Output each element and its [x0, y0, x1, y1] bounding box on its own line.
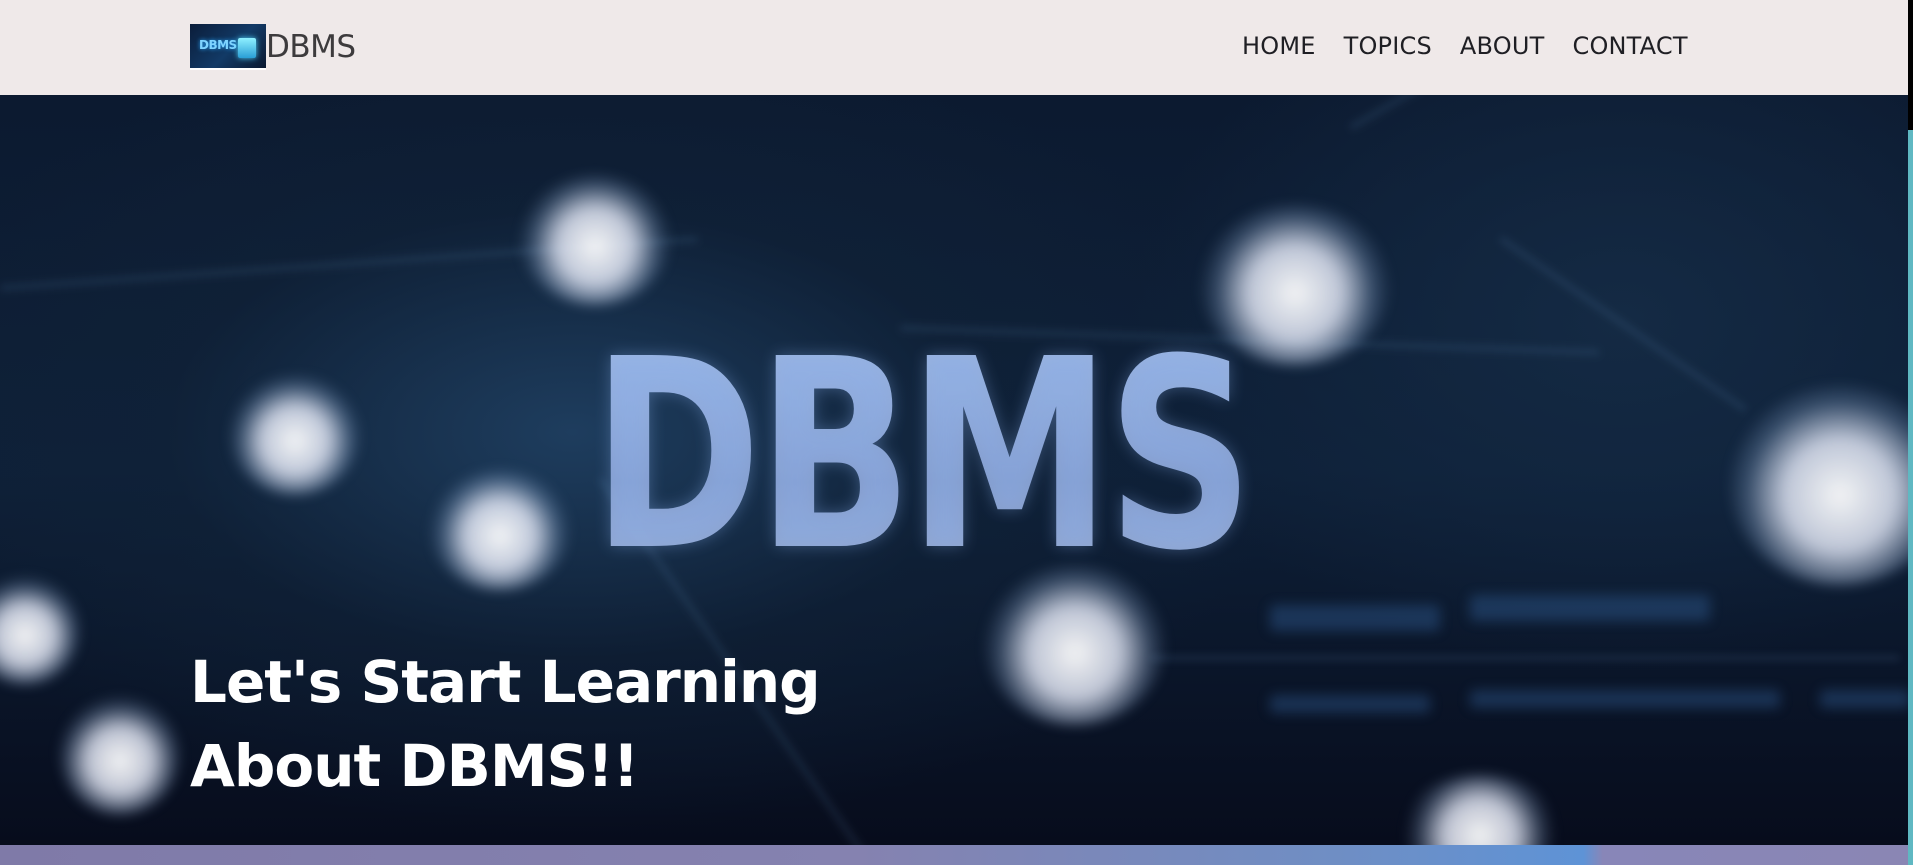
hero-heading: Let's Start Learning About DBMS!! [190, 640, 890, 808]
navbar: DBMS DBMS HOME TOPICS ABOUT CONTACT [0, 0, 1908, 95]
nav-link-home[interactable]: HOME [1242, 32, 1316, 60]
hero-section: DBMS Let's Start Learning About DBMS!! [0, 95, 1908, 845]
nav-link-contact[interactable]: CONTACT [1572, 32, 1687, 60]
logo-cube-icon [238, 38, 256, 58]
nav-link-topics[interactable]: TOPICS [1344, 32, 1432, 60]
brand-link[interactable]: DBMS DBMS [190, 24, 356, 70]
hero-background-title: DBMS [592, 303, 1254, 608]
nav-link-about[interactable]: ABOUT [1460, 32, 1545, 60]
hero-heading-line1: Let's Start Learning [190, 648, 821, 716]
bottom-strip [0, 845, 1908, 865]
logo-text: DBMS [199, 38, 237, 52]
nav-menu: HOME TOPICS ABOUT CONTACT [1242, 32, 1716, 60]
scrollbar-thumb[interactable] [1908, 130, 1913, 865]
brand-name: DBMS [266, 29, 356, 65]
dbms-logo-image: DBMS [190, 24, 266, 70]
hero-heading-line2: About DBMS!! [190, 732, 639, 800]
